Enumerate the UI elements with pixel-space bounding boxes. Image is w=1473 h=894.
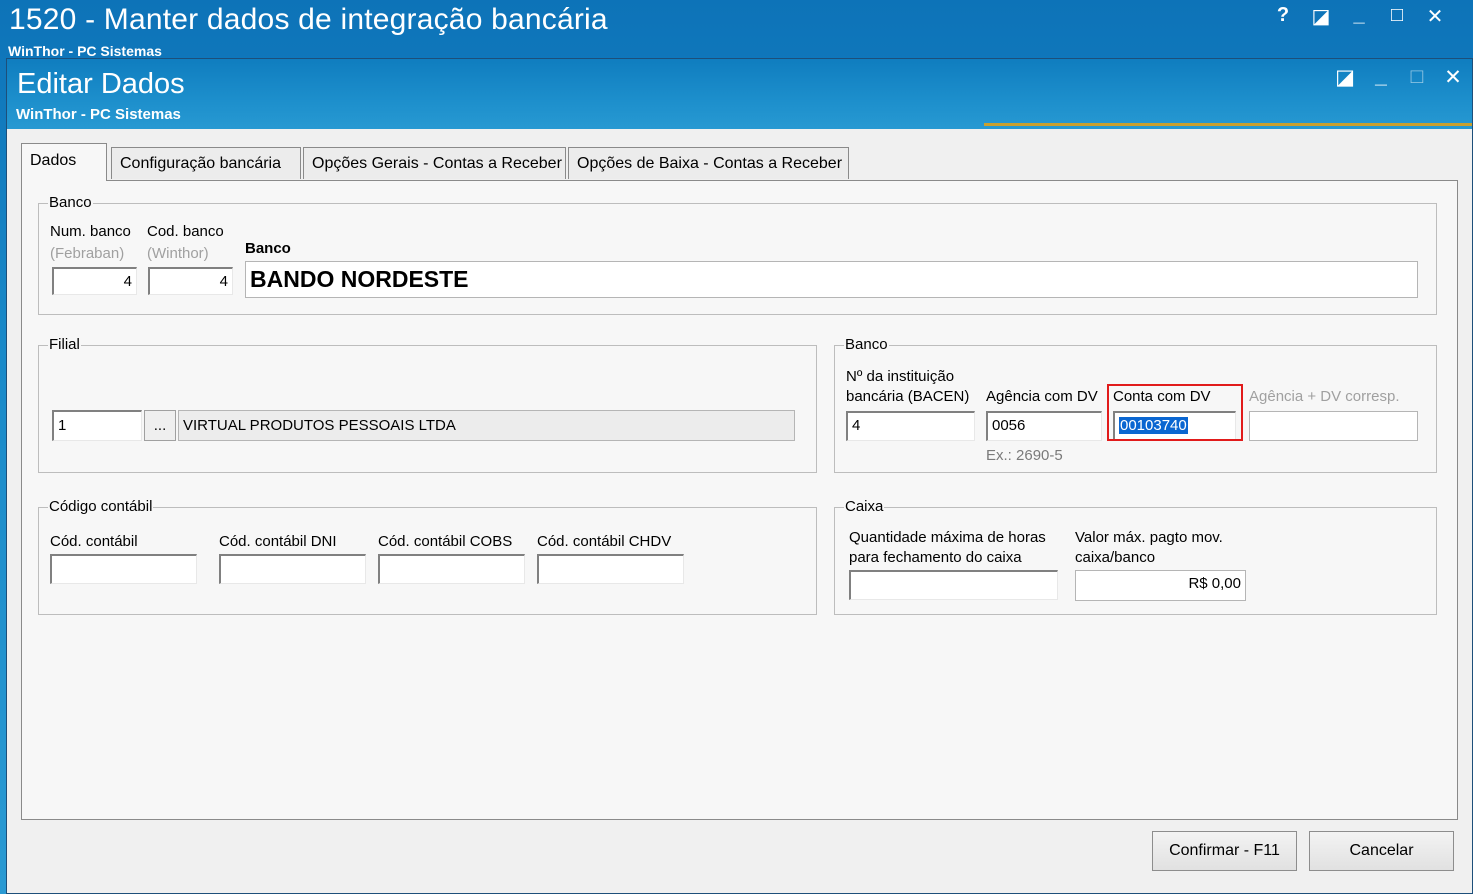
num-banco-hint: (Febraban) <box>50 245 125 262</box>
cod-contabil-chdv-input[interactable] <box>537 554 684 584</box>
dialog-close-icon[interactable]: ✕ <box>1442 65 1464 90</box>
filial-lookup-button[interactable]: ... <box>144 410 176 441</box>
banco-group: Banco Num. banco (Febraban) Cod. banco (… <box>38 194 1437 315</box>
valor-input[interactable]: R$ 0,00 <box>1075 570 1246 601</box>
banco-group-legend: Banco <box>48 194 93 211</box>
tab-panel-dados: Banco Num. banco (Febraban) Cod. banco (… <box>21 180 1458 820</box>
agencia-input[interactable]: 0056 <box>986 411 1102 441</box>
maximize-icon[interactable]: □ <box>1387 4 1407 29</box>
instituicao-input[interactable]: 4 <box>846 411 975 441</box>
outer-window-subtitle: WinThor - PC Sistemas <box>8 43 162 56</box>
conta-highlight-box <box>1107 384 1243 441</box>
tab-configuracao-bancaria[interactable]: Configuração bancária <box>111 147 301 179</box>
filial-group: Filial 1 ... VIRTUAL PRODUTOS PESSOAIS L… <box>38 336 817 473</box>
agencia-corresp-input[interactable] <box>1249 411 1418 441</box>
minimize-icon[interactable]: _ <box>1349 4 1369 29</box>
valor-label-line1: Valor máx. pagto mov. <box>1075 529 1223 546</box>
banco-account-legend: Banco <box>844 336 889 353</box>
dialog-title: Editar Dados <box>17 68 185 100</box>
titlebar-accent-line <box>984 123 1472 126</box>
dialog-controls: ◪ _ □ ✕ <box>1334 65 1464 90</box>
cod-contabil-cobs-input[interactable] <box>378 554 525 584</box>
edit-dialog: Editar Dados WinThor - PC Sistemas ◪ _ □… <box>6 58 1473 894</box>
cod-contabil-chdv-label: Cód. contábil CHDV <box>537 533 672 550</box>
restore-icon[interactable]: ◪ <box>1311 4 1331 29</box>
cod-contabil-input[interactable] <box>50 554 197 584</box>
agencia-label: Agência com DV <box>986 388 1098 405</box>
instituicao-label-line1: Nº da instituição <box>846 368 955 385</box>
agencia-example: Ex.: 2690-5 <box>986 447 1063 464</box>
dialog-subtitle: WinThor - PC Sistemas <box>16 106 181 123</box>
cod-contabil-dni-input[interactable] <box>219 554 366 584</box>
banco-name-label: Banco <box>245 240 291 257</box>
cod-contabil-label: Cód. contábil <box>50 533 138 550</box>
help-icon[interactable]: ? <box>1273 4 1293 29</box>
num-banco-label: Num. banco <box>50 223 131 240</box>
dialog-minimize-icon[interactable]: _ <box>1370 65 1392 90</box>
filial-group-legend: Filial <box>48 336 81 353</box>
filial-name-field: VIRTUAL PRODUTOS PESSOAIS LTDA <box>178 410 795 441</box>
outer-window-title: 1520 - Manter dados de integração bancár… <box>9 3 608 36</box>
caixa-group-legend: Caixa <box>844 498 885 515</box>
cancel-button[interactable]: Cancelar <box>1309 831 1454 871</box>
instituicao-label-line2: bancária (BACEN) <box>846 388 970 405</box>
filial-code-input[interactable]: 1 <box>52 410 142 441</box>
dialog-restore-icon[interactable]: ◪ <box>1334 65 1356 90</box>
tab-dados[interactable]: Dados <box>21 143 107 181</box>
tab-opcoes-baixa[interactable]: Opções de Baixa - Contas a Receber <box>568 147 849 179</box>
num-banco-input[interactable]: 4 <box>52 267 137 295</box>
agencia-corresp-label: Agência + DV corresp. <box>1249 388 1400 405</box>
cod-contabil-dni-label: Cód. contábil DNI <box>219 533 337 550</box>
valor-label-line2: caixa/banco <box>1075 549 1156 566</box>
cod-contabil-cobs-label: Cód. contábil COBS <box>378 533 513 550</box>
cod-banco-label: Cod. banco <box>147 223 224 240</box>
confirm-button[interactable]: Confirmar - F11 <box>1152 831 1297 871</box>
horas-input[interactable] <box>849 570 1058 600</box>
horas-label-line1: Quantidade máxima de horas <box>849 529 1046 546</box>
dialog-maximize-icon: □ <box>1410 65 1424 88</box>
cod-banco-input[interactable]: 4 <box>148 267 233 295</box>
dialog-titlebar: Editar Dados WinThor - PC Sistemas ◪ _ □… <box>7 59 1472 129</box>
tab-opcoes-gerais[interactable]: Opções Gerais - Contas a Receber <box>303 147 566 179</box>
caixa-group: Caixa Quantidade máxima de horas para fe… <box>834 498 1437 615</box>
banco-name-input[interactable]: BANDO NORDESTE <box>245 261 1418 298</box>
close-icon[interactable]: ✕ <box>1425 4 1445 29</box>
banco-account-group: Banco Nº da instituição bancária (BACEN)… <box>834 336 1437 473</box>
horas-label-line2: para fechamento do caixa <box>849 549 1022 566</box>
outer-window-controls: ? ◪ _ □ ✕ <box>1273 4 1445 29</box>
cod-banco-hint: (Winthor) <box>147 245 209 262</box>
codigo-contabil-group: Código contábil Cód. contábil Cód. contá… <box>38 498 817 615</box>
codigo-contabil-legend: Código contábil <box>48 498 154 515</box>
